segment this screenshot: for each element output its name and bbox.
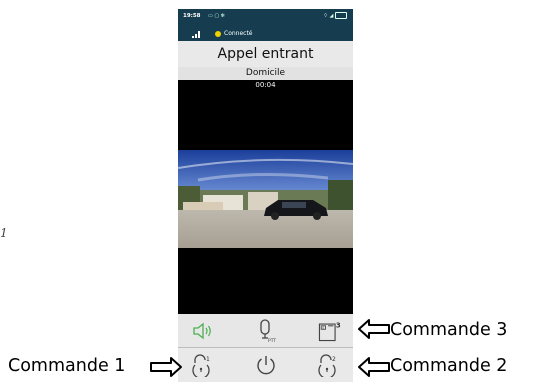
command-1-button[interactable]: 1	[190, 352, 216, 378]
speaker-button[interactable]	[190, 318, 216, 344]
lock-open-icon: 2	[318, 354, 336, 377]
command-3-button[interactable]: 0 3	[316, 318, 342, 344]
call-duration: 00:04	[255, 81, 276, 89]
control-row-bottom: 1 2	[178, 348, 353, 382]
connection-status: Connecté	[224, 30, 253, 37]
battery-icon	[335, 12, 347, 19]
microphone-icon: PTT	[260, 319, 276, 344]
signal-icon	[192, 31, 202, 38]
call-title: Appel entrant	[178, 41, 353, 67]
camera-image	[178, 150, 353, 248]
margin-mark: 1	[0, 226, 8, 240]
arrow-right-icon	[150, 357, 182, 377]
command-1-number: 1	[206, 356, 210, 363]
call-location: Domicile	[178, 67, 353, 80]
control-row-top: PTT 0 3	[178, 314, 353, 348]
status-time: 19:58	[183, 13, 201, 19]
arrow-left-icon	[358, 357, 390, 377]
svg-text:0: 0	[322, 326, 324, 330]
command-2-number: 2	[332, 356, 336, 363]
hang-up-button[interactable]	[253, 352, 279, 378]
notification-icons: ▭ ▢ ✻	[208, 13, 225, 19]
power-icon	[257, 356, 275, 375]
push-to-talk-button[interactable]: PTT	[253, 318, 279, 344]
video-feed: 00:04	[178, 80, 353, 325]
system-icons: ⌔ ◢	[323, 12, 347, 19]
annotation-command-1: Commande 1	[8, 356, 126, 376]
command-3-number: 3	[336, 322, 341, 330]
connected-dot-icon	[215, 31, 221, 37]
status-bar: 19:58 ▭ ▢ ✻ ⌔ ◢ Connecté	[178, 9, 353, 41]
annotation-command-2: Commande 2	[390, 356, 508, 376]
ptt-label: PTT	[268, 338, 276, 344]
lock-open-icon: 1	[192, 354, 210, 377]
arrow-left-icon	[358, 319, 390, 339]
gate-icon: 0 3	[318, 322, 341, 342]
speaker-icon	[193, 322, 211, 340]
command-2-button[interactable]: 2	[316, 352, 342, 378]
annotation-command-3: Commande 3	[390, 320, 508, 340]
phone-screen: 19:58 ▭ ▢ ✻ ⌔ ◢ Connecté Appel entrant D…	[178, 9, 353, 382]
